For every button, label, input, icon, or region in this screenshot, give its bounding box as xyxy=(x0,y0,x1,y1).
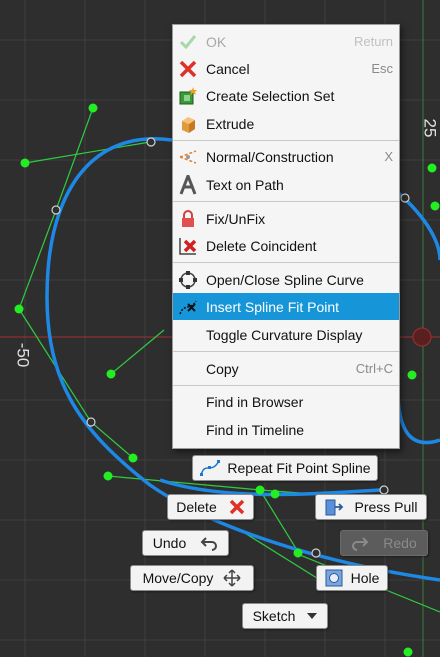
axis-label-left: -50 xyxy=(13,342,33,368)
delete-coincident-icon xyxy=(177,235,199,257)
menu-item-label: Copy xyxy=(206,360,239,377)
menu-item-fix-unfix[interactable]: Fix/UnFix xyxy=(173,205,399,232)
spline-curve-icon xyxy=(177,269,199,291)
press-pull-button[interactable]: Press Pull xyxy=(315,494,427,520)
press-pull-icon xyxy=(324,497,344,517)
button-label: Undo xyxy=(152,535,187,551)
menu-item-label: Delete Coincident xyxy=(206,237,317,254)
menu-separator xyxy=(173,351,399,352)
button-label: Hole xyxy=(350,570,380,586)
hole-icon xyxy=(325,569,343,587)
spline-fit-point-icon xyxy=(177,296,199,318)
close-x-icon xyxy=(177,58,199,80)
menu-item-label: Insert Spline Fit Point xyxy=(206,298,340,315)
menu-item-create-selection-set[interactable]: Create Selection Set xyxy=(173,82,399,109)
menu-separator xyxy=(173,140,399,141)
menu-item-label: Normal/Construction xyxy=(206,148,334,165)
extrude-icon xyxy=(177,113,199,135)
menu-item-label: Fix/UnFix xyxy=(206,210,266,227)
check-icon xyxy=(177,31,199,53)
delete-button[interactable]: Delete xyxy=(167,494,254,520)
menu-item-text-on-path[interactable]: Text on Path xyxy=(173,171,399,198)
hole-button[interactable]: Hole xyxy=(316,565,388,591)
context-menu: OK Return Cancel Esc Create Selection Se… xyxy=(172,24,400,449)
menu-item-label: Extrude xyxy=(206,115,255,132)
undo-icon xyxy=(200,535,218,551)
close-x-icon xyxy=(229,499,245,515)
button-label: Redo xyxy=(383,535,417,551)
menu-item-ok[interactable]: OK Return xyxy=(173,28,399,55)
menu-item-normal-construction[interactable]: Normal/Construction X xyxy=(173,143,399,170)
chevron-down-icon xyxy=(307,612,318,620)
button-label: Delete xyxy=(176,499,217,515)
menu-item-find-in-timeline[interactable]: Find in Timeline xyxy=(173,416,399,443)
repeat-fit-point-spline-button[interactable]: Repeat Fit Point Spline xyxy=(192,455,378,481)
menu-item-insert-spline-fit-point[interactable]: Insert Spline Fit Point xyxy=(173,293,399,320)
menu-item-copy[interactable]: Copy Ctrl+C xyxy=(173,355,399,382)
menu-separator xyxy=(173,385,399,386)
menu-item-label: Toggle Curvature Display xyxy=(206,326,363,343)
menu-item-label: Find in Browser xyxy=(206,393,304,410)
menu-separator xyxy=(173,262,399,263)
shortcut-label: Return xyxy=(353,34,393,49)
spline-icon xyxy=(199,459,221,477)
button-label: Press Pull xyxy=(354,499,418,515)
button-label: Repeat Fit Point Spline xyxy=(227,460,371,476)
button-label: Sketch xyxy=(252,608,296,624)
menu-item-label: Create Selection Set xyxy=(206,87,335,104)
menu-item-cancel[interactable]: Cancel Esc xyxy=(173,55,399,82)
origin-marker xyxy=(412,327,432,347)
menu-item-toggle-curvature[interactable]: Toggle Curvature Display xyxy=(173,321,399,348)
menu-item-delete-coincident[interactable]: Delete Coincident xyxy=(173,232,399,259)
selection-set-icon xyxy=(177,85,199,107)
undo-button[interactable]: Undo xyxy=(142,530,229,556)
menu-item-find-in-browser[interactable]: Find in Browser xyxy=(173,388,399,415)
shortcut-label: X xyxy=(384,149,393,164)
menu-item-open-close-spline[interactable]: Open/Close Spline Curve xyxy=(173,266,399,293)
button-label: Move/Copy xyxy=(142,570,214,586)
menu-separator xyxy=(173,201,399,202)
move-copy-button[interactable]: Move/Copy xyxy=(130,565,254,591)
menu-item-label: Find in Timeline xyxy=(206,421,305,438)
menu-item-extrude[interactable]: Extrude xyxy=(173,110,399,137)
text-icon xyxy=(177,174,199,196)
lock-icon xyxy=(177,208,199,230)
move-arrows-icon xyxy=(223,569,241,587)
axis-label-top: 25 xyxy=(420,118,440,138)
sketch-dropdown-button[interactable]: Sketch xyxy=(242,603,328,629)
menu-item-label: Open/Close Spline Curve xyxy=(206,271,364,288)
menu-item-label: Text on Path xyxy=(206,176,284,193)
shortcut-label: Ctrl+C xyxy=(355,361,393,376)
menu-item-label: Cancel xyxy=(206,60,250,77)
menu-item-label: OK xyxy=(206,33,227,50)
construction-icon xyxy=(177,146,199,168)
redo-button[interactable]: Redo xyxy=(340,530,428,556)
shortcut-label: Esc xyxy=(371,61,393,76)
redo-icon xyxy=(351,535,369,551)
